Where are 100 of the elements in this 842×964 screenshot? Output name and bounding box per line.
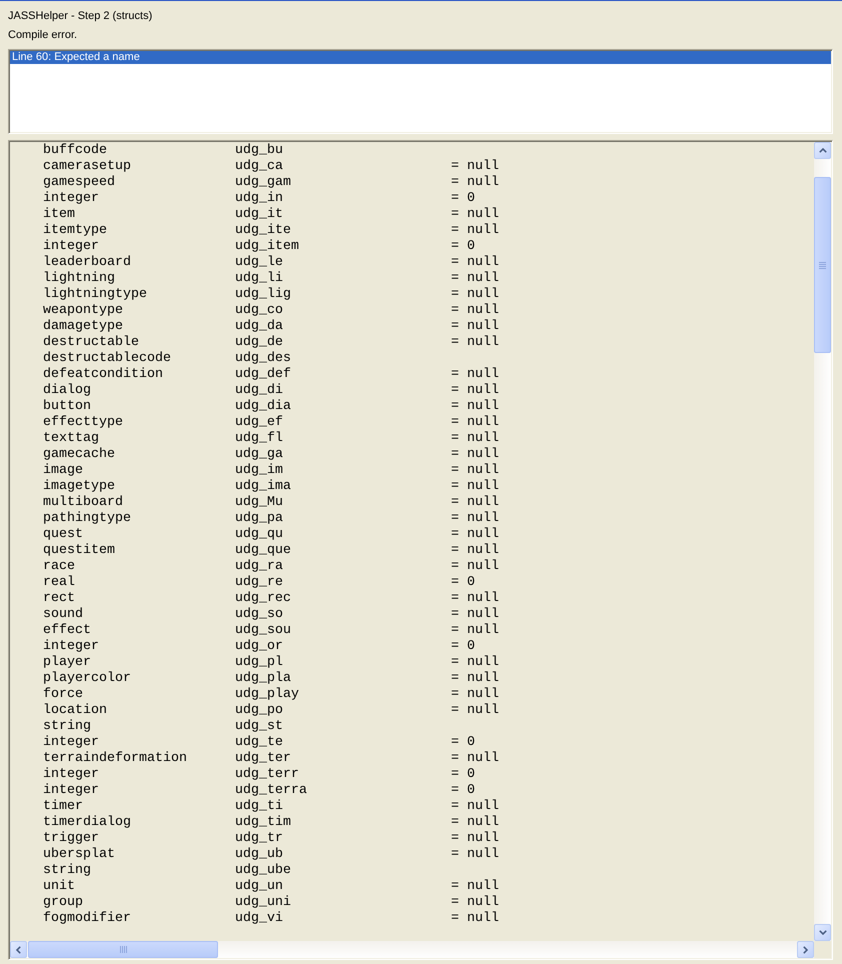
- variable-name: udg_or: [235, 639, 283, 654]
- initial-value: = null: [451, 543, 499, 558]
- scroll-right-button[interactable]: [797, 941, 814, 958]
- variable-name: udg_que: [235, 543, 291, 558]
- initial-value: = 0: [451, 239, 475, 254]
- variable-name: udg_dia: [235, 399, 291, 414]
- type-keyword: integer: [43, 239, 99, 254]
- error-list[interactable]: Line 60: Expected a name: [8, 49, 833, 134]
- variable-name: udg_ima: [235, 479, 291, 494]
- scroll-left-button[interactable]: [10, 941, 27, 958]
- initial-value: = null: [451, 431, 499, 446]
- initial-value: = null: [451, 831, 499, 846]
- type-keyword: integer: [43, 783, 99, 798]
- type-keyword: multiboard: [43, 495, 123, 510]
- initial-value: = 0: [451, 735, 475, 750]
- initial-value: = 0: [451, 767, 475, 782]
- variable-name: udg_un: [235, 879, 283, 894]
- type-keyword: pathingtype: [43, 511, 131, 526]
- initial-value: = null: [451, 847, 499, 862]
- type-keyword: effecttype: [43, 415, 123, 430]
- vertical-scrollbar[interactable]: [814, 142, 831, 941]
- variable-name: udg_ite: [235, 223, 291, 238]
- type-keyword: itemtype: [43, 223, 107, 238]
- type-keyword: dialog: [43, 383, 91, 398]
- type-keyword: texttag: [43, 431, 99, 446]
- variable-name: udg_po: [235, 703, 283, 718]
- variable-name: udg_des: [235, 351, 291, 366]
- type-keyword: trigger: [43, 831, 99, 846]
- initial-value: = 0: [451, 639, 475, 654]
- type-keyword: integer: [43, 735, 99, 750]
- chevron-left-icon: [16, 946, 21, 954]
- initial-value: = null: [451, 591, 499, 606]
- horizontal-scrollbar[interactable]: [10, 941, 814, 958]
- type-keyword: race: [43, 559, 75, 574]
- variable-name: udg_it: [235, 207, 283, 222]
- variable-name: udg_pa: [235, 511, 283, 526]
- variable-name: udg_bu: [235, 143, 283, 158]
- variable-name: udg_le: [235, 255, 283, 270]
- error-item[interactable]: Line 60: Expected a name: [10, 51, 831, 64]
- initial-value: = null: [451, 463, 499, 478]
- type-keyword: unit: [43, 879, 75, 894]
- scroll-up-button[interactable]: [814, 142, 831, 159]
- type-keyword: gamecache: [43, 447, 115, 462]
- type-keyword: buffcode: [43, 143, 107, 158]
- initial-value: = null: [451, 559, 499, 574]
- variable-name: udg_fl: [235, 431, 283, 446]
- type-keyword: integer: [43, 767, 99, 782]
- variable-name: udg_ga: [235, 447, 283, 462]
- variable-name: udg_de: [235, 335, 283, 350]
- variable-name: udg_te: [235, 735, 283, 750]
- initial-value: = null: [451, 367, 499, 382]
- variable-name: udg_qu: [235, 527, 283, 542]
- type-keyword: ubersplat: [43, 847, 115, 862]
- type-keyword: destructable: [43, 335, 139, 350]
- initial-value: = null: [451, 319, 499, 334]
- chevron-right-icon: [803, 946, 808, 954]
- type-keyword: destructablecode: [43, 351, 171, 366]
- variable-name: udg_ub: [235, 847, 283, 862]
- scroll-down-button[interactable]: [814, 924, 831, 941]
- initial-value: = null: [451, 207, 499, 222]
- variable-name: udg_Mu: [235, 495, 283, 510]
- type-keyword: image: [43, 463, 83, 478]
- variable-name: udg_ra: [235, 559, 283, 574]
- type-keyword: lightningtype: [43, 287, 147, 302]
- scrollbar-thumb[interactable]: [28, 941, 218, 958]
- type-keyword: effect: [43, 623, 91, 638]
- variable-name: udg_ter: [235, 751, 291, 766]
- initial-value: = null: [451, 527, 499, 542]
- variable-name: udg_terra: [235, 783, 307, 798]
- initial-value: = null: [451, 895, 499, 910]
- variable-name: udg_def: [235, 367, 291, 382]
- variable-name: udg_play: [235, 687, 299, 702]
- variable-name: udg_pla: [235, 671, 291, 686]
- variable-name: udg_st: [235, 719, 283, 734]
- initial-value: = null: [451, 623, 499, 638]
- initial-value: = null: [451, 799, 499, 814]
- variable-name: udg_ef: [235, 415, 283, 430]
- variable-name: udg_so: [235, 607, 283, 622]
- type-keyword: defeatcondition: [43, 367, 163, 382]
- initial-value: = null: [451, 495, 499, 510]
- initial-value: = 0: [451, 783, 475, 798]
- scrollbar-thumb[interactable]: [814, 177, 831, 353]
- type-keyword: string: [43, 863, 91, 878]
- type-keyword: real: [43, 575, 75, 590]
- variable-name: udg_ube: [235, 863, 291, 878]
- type-keyword: integer: [43, 191, 99, 206]
- variable-name: udg_li: [235, 271, 283, 286]
- variable-name: udg_re: [235, 575, 283, 590]
- type-keyword: damagetype: [43, 319, 123, 334]
- initial-value: = null: [451, 511, 499, 526]
- variable-name: udg_sou: [235, 623, 291, 638]
- type-keyword: imagetype: [43, 479, 115, 494]
- chevron-up-icon: [818, 148, 826, 153]
- type-keyword: sound: [43, 607, 83, 622]
- type-keyword: group: [43, 895, 83, 910]
- type-keyword: item: [43, 207, 75, 222]
- initial-value: = null: [451, 383, 499, 398]
- variable-name: udg_rec: [235, 591, 291, 606]
- type-keyword: questitem: [43, 543, 115, 558]
- type-keyword: location: [43, 703, 107, 718]
